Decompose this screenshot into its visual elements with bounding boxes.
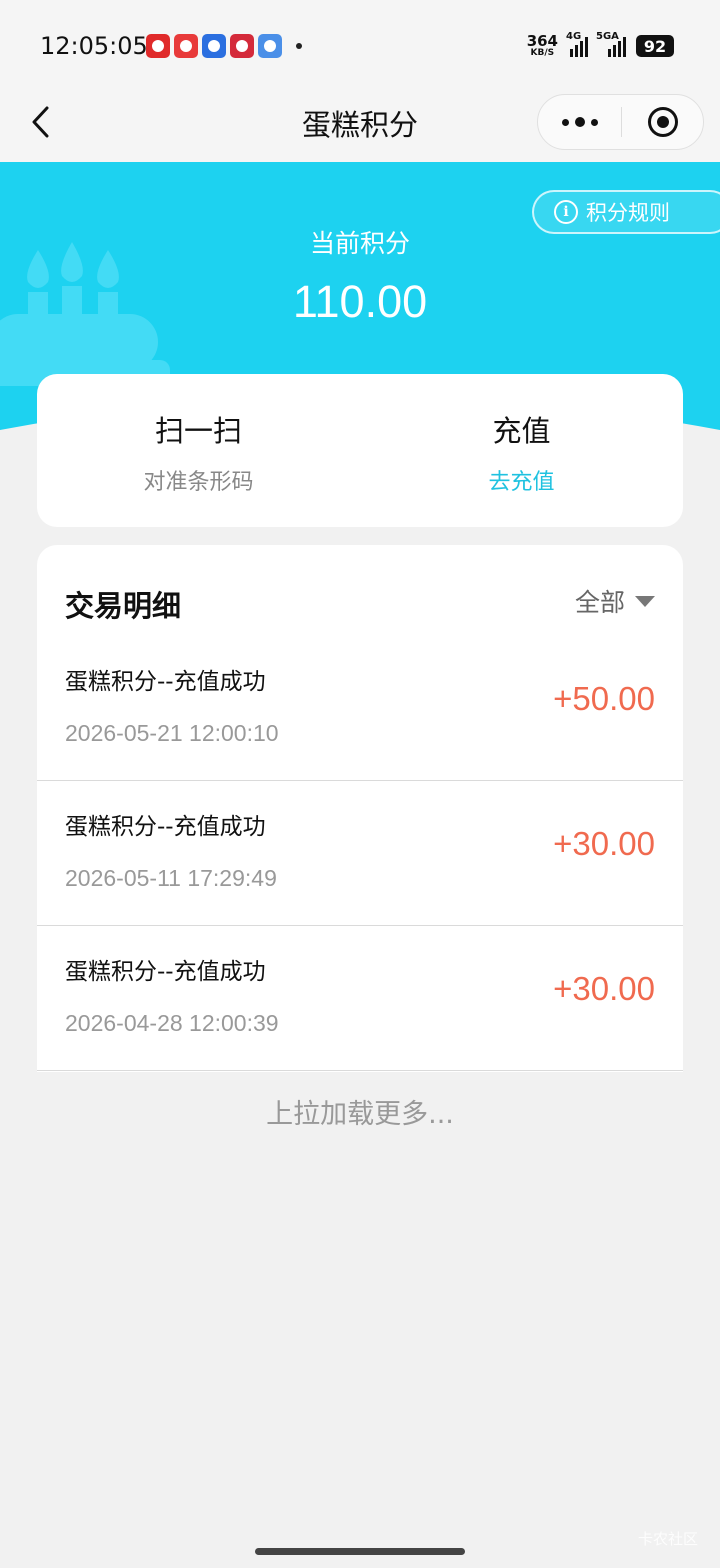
filter-label: 全部	[574, 588, 625, 617]
transaction-time: 2026-04-28 12:00:39	[65, 1010, 279, 1036]
transaction-description: 蛋糕积分--充值成功	[65, 814, 266, 840]
app-notification-icon	[258, 34, 282, 58]
status-time: 12:05:05	[40, 32, 148, 60]
mini-program-capsule	[537, 94, 704, 150]
recharge-button[interactable]: 充值 去充值	[360, 374, 683, 527]
transaction-amount: +30.00	[553, 825, 655, 862]
transaction-amount: +30.00	[553, 970, 655, 1007]
transaction-row[interactable]: 蛋糕积分--充值成功 2026-05-21 12:00:10 +50.00	[37, 636, 683, 781]
info-icon: i	[554, 200, 578, 224]
status-bar: 12:05:05 364 KB/S 4G 5GA 92	[0, 0, 720, 92]
current-points-value: 110.00	[292, 276, 428, 327]
points-rules-label: 积分规则	[586, 201, 670, 225]
transaction-time: 2026-05-21 12:00:10	[65, 720, 279, 746]
transaction-filter-dropdown[interactable]: 全部	[575, 583, 655, 619]
transaction-time: 2026-05-11 17:29:49	[65, 865, 277, 891]
scan-subtitle: 对准条形码	[143, 470, 254, 495]
more-dots-icon	[561, 118, 569, 126]
status-indicators: 364 KB/S 4G 5GA 92	[526, 31, 674, 58]
scan-button[interactable]: 扫一扫 对准条形码	[37, 374, 360, 527]
app-notification-icon	[174, 34, 198, 58]
recharge-subtitle: 去充值	[488, 470, 555, 495]
notification-icons	[146, 34, 302, 58]
network-speed: 364 KB/S	[526, 32, 558, 58]
transaction-row[interactable]: 蛋糕积分--充值成功 2026-04-28 12:00:39 +30.00	[37, 926, 683, 1071]
nav-bar: 蛋糕积分	[0, 92, 720, 162]
transaction-amount: +50.00	[553, 680, 655, 717]
transaction-row[interactable]: 蛋糕积分--充值成功 2026-05-11 17:29:49 +30.00	[37, 781, 683, 926]
watermark: 卡农社区	[637, 1530, 698, 1548]
app-notification-icon	[146, 34, 170, 58]
caret-down-icon	[635, 595, 655, 607]
close-mini-program-button[interactable]	[622, 95, 703, 149]
transaction-description: 蛋糕积分--充值成功	[65, 959, 266, 985]
scan-title: 扫一扫	[154, 414, 242, 448]
load-more-hint: 上拉加载更多...	[266, 1099, 454, 1130]
recharge-title: 充值	[492, 414, 551, 448]
more-button[interactable]	[538, 95, 621, 149]
signal-5ga-icon: 5GA	[596, 31, 626, 57]
transaction-description: 蛋糕积分--充值成功	[65, 669, 266, 695]
current-points-label: 当前积分	[309, 229, 410, 258]
battery-icon: 92	[636, 35, 674, 57]
action-card: 扫一扫 对准条形码 充值 去充值	[37, 374, 683, 527]
transaction-details-title: 交易明细	[65, 589, 182, 623]
more-notifications-dot-icon	[296, 43, 302, 49]
signal-4g-icon: 4G	[566, 31, 588, 57]
home-indicator[interactable]	[255, 1548, 465, 1555]
app-notification-icon	[230, 34, 254, 58]
target-circle-icon	[647, 107, 678, 137]
app-notification-icon	[202, 34, 226, 58]
transaction-details-card: 交易明细 全部 蛋糕积分--充值成功 2026-05-21 12:00:10 +…	[37, 545, 683, 1072]
